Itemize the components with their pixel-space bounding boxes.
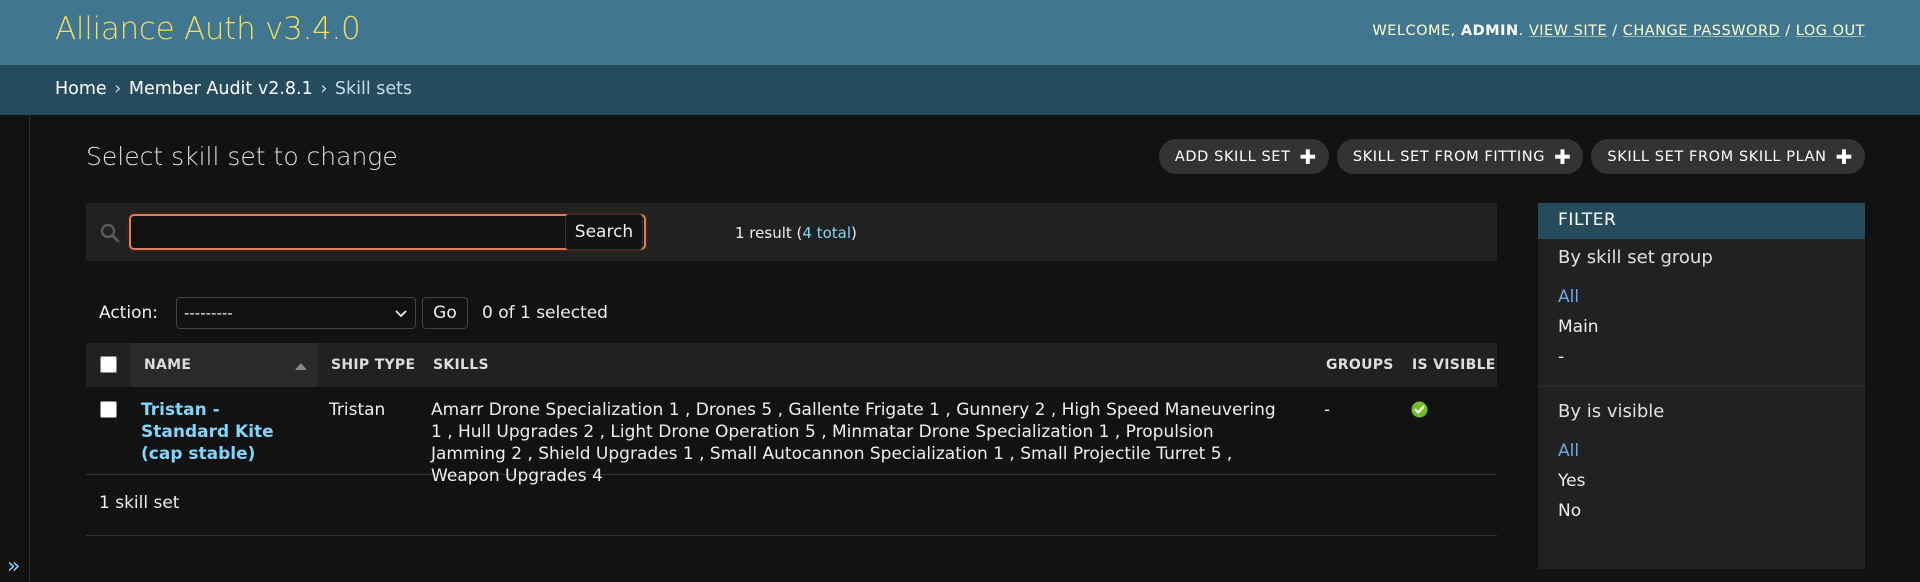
filter-option-all[interactable]: All bbox=[1558, 436, 1845, 466]
breadcrumb-app[interactable]: Member Audit v2.8.1 bbox=[129, 79, 313, 99]
table-header: Name Ship type Skills Groups Is visible bbox=[86, 343, 1497, 387]
results-table: Name Ship type Skills Groups Is visible … bbox=[86, 343, 1497, 536]
column-header-is-visible[interactable]: Is visible bbox=[1412, 357, 1496, 373]
add-skill-set-label: Add skill set bbox=[1174, 148, 1291, 165]
filter-option-main[interactable]: Main bbox=[1558, 312, 1845, 342]
filter-option-none[interactable]: - bbox=[1558, 342, 1845, 372]
plus-icon: ✚ bbox=[1835, 144, 1853, 169]
result-count-text: 1 result ( bbox=[735, 224, 803, 242]
welcome-text: Welcome, bbox=[1372, 23, 1456, 39]
column-header-groups[interactable]: Groups bbox=[1326, 357, 1394, 373]
skill-set-from-plan-button[interactable]: Skill set from skill plan ✚ bbox=[1591, 139, 1865, 174]
change-password-link[interactable]: Change password bbox=[1623, 23, 1780, 39]
object-tools: Add skill set ✚ Skill set from fitting ✚… bbox=[1158, 139, 1865, 174]
groups-cell: - bbox=[1324, 400, 1331, 420]
paginator-row: 1 skill set bbox=[86, 475, 1497, 536]
action-select[interactable]: --------- bbox=[175, 297, 416, 329]
column-header-skills[interactable]: Skills bbox=[433, 357, 489, 373]
filter-title: Filter bbox=[1538, 203, 1865, 239]
chevron-down-icon bbox=[395, 310, 407, 318]
column-header-name[interactable]: Name bbox=[144, 357, 191, 373]
select-all-checkbox[interactable] bbox=[100, 356, 117, 373]
paginator: 1 skill set bbox=[99, 493, 180, 513]
action-select-value: --------- bbox=[183, 304, 233, 322]
filter-option-all[interactable]: All bbox=[1558, 282, 1845, 312]
filter-option-no[interactable]: No bbox=[1558, 496, 1845, 526]
ship-type-cell: Tristan bbox=[329, 400, 386, 420]
result-count-suffix: ) bbox=[851, 224, 857, 242]
filter-section-is-visible: By is visible All Yes No bbox=[1538, 386, 1865, 526]
header: Alliance Auth v3.4.0 Welcome, admin. Vie… bbox=[0, 0, 1920, 65]
selected-count: 0 of 1 selected bbox=[481, 303, 608, 323]
breadcrumb-separator: › bbox=[320, 79, 328, 99]
view-site-link[interactable]: View site bbox=[1529, 23, 1607, 39]
row-checkbox[interactable] bbox=[100, 401, 117, 418]
site-branding[interactable]: Alliance Auth v3.4.0 bbox=[55, 11, 361, 47]
result-count: 1 result (4 total) bbox=[735, 224, 857, 242]
plus-icon: ✚ bbox=[1554, 144, 1572, 169]
breadcrumb-separator: › bbox=[114, 79, 122, 99]
breadcrumb-home[interactable]: Home bbox=[55, 79, 107, 99]
search-toolbar: Search 1 result (4 total) bbox=[86, 203, 1497, 261]
filter-section-title: By is visible bbox=[1558, 401, 1665, 422]
breadcrumb: Home › Member Audit v2.8.1 › Skill sets bbox=[0, 65, 1920, 115]
nav-toggle-icon[interactable]: » bbox=[7, 556, 20, 578]
filter-section-title: By skill set group bbox=[1558, 247, 1713, 268]
log-out-link[interactable]: Log out bbox=[1796, 23, 1865, 39]
action-label: Action: bbox=[99, 303, 158, 323]
total-link[interactable]: 4 total bbox=[802, 224, 851, 242]
page-title: Select skill set to change bbox=[86, 142, 398, 171]
nav-sidebar-collapsed: » bbox=[0, 115, 30, 582]
breadcrumb-current: Skill sets bbox=[334, 79, 413, 99]
filter-section-skill-set-group: By skill set group All Main - bbox=[1538, 239, 1865, 372]
search-icon bbox=[100, 223, 120, 243]
table-row: Tristan - Standard Kite (cap stable) Tri… bbox=[86, 387, 1497, 486]
check-circle-icon bbox=[1411, 401, 1428, 418]
actions-bar: Action: --------- Go 0 of 1 selected bbox=[99, 297, 608, 329]
skills-cell: Amarr Drone Specialization 1 , Drones 5 … bbox=[431, 400, 1276, 486]
plus-icon: ✚ bbox=[1299, 144, 1317, 169]
filter-option-yes[interactable]: Yes bbox=[1558, 466, 1845, 496]
skill-set-from-fitting-button[interactable]: Skill set from fitting ✚ bbox=[1336, 139, 1584, 174]
add-skill-set-button[interactable]: Add skill set ✚ bbox=[1158, 139, 1329, 174]
skill-set-from-fitting-label: Skill set from fitting bbox=[1352, 148, 1546, 165]
skill-set-name-link[interactable]: Tristan - Standard Kite (cap stable) bbox=[141, 399, 301, 465]
column-header-ship-type[interactable]: Ship type bbox=[331, 357, 415, 373]
filter-panel: Filter By skill set group All Main - By … bbox=[1538, 203, 1865, 569]
user-tools: Welcome, admin. View site / Change passw… bbox=[1372, 23, 1865, 39]
sort-ascending-icon[interactable] bbox=[295, 363, 307, 370]
username: admin bbox=[1460, 23, 1519, 39]
go-button[interactable]: Go bbox=[421, 297, 468, 329]
search-button[interactable]: Search bbox=[565, 214, 643, 250]
skill-set-from-plan-label: Skill set from skill plan bbox=[1607, 148, 1827, 165]
